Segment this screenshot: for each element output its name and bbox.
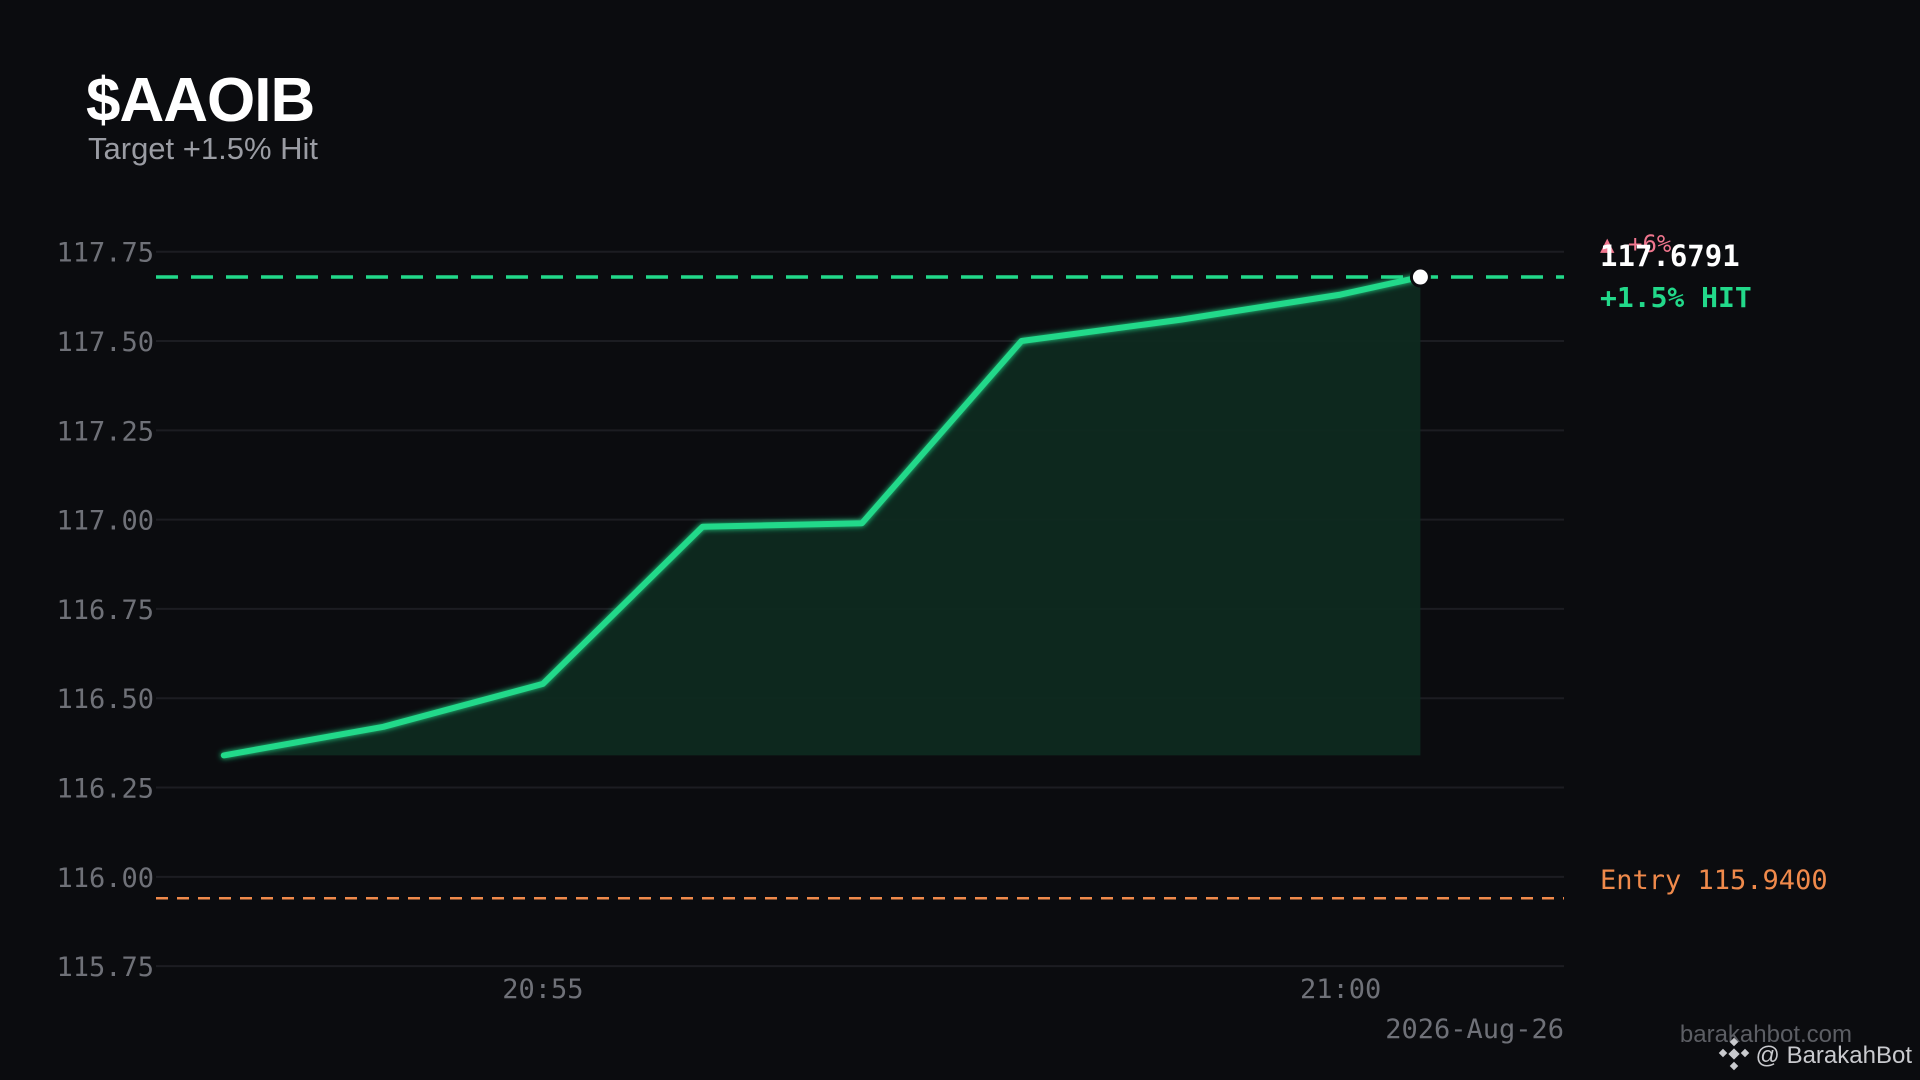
y-tick-label: 116.00 xyxy=(56,863,154,894)
y-tick-label: 117.00 xyxy=(56,506,154,537)
watermark-handle: @ BarakahBot xyxy=(1756,1042,1913,1069)
price-area-fill xyxy=(223,277,1421,756)
x-tick-label: 20:55 xyxy=(502,974,583,1005)
y-tick-label: 115.75 xyxy=(56,952,154,983)
y-tick-label: 117.50 xyxy=(56,327,154,358)
target-hit-label: +1.5% HIT xyxy=(1600,281,1752,314)
current-price-label: 117.6791 xyxy=(1600,239,1740,273)
entry-label: Entry 115.9400 xyxy=(1600,865,1828,896)
x-axis-ticks: 20:55 21:00 xyxy=(502,974,1381,1005)
price-chart: 115.75 116.00 116.25 116.50 116.75 117.00 117.… xyxy=(56,230,1913,1071)
x-tick-label: 21:00 xyxy=(1300,974,1381,1005)
y-axis-ticks: 115.75 116.00 116.25 116.50 116.75 117.00 117.… xyxy=(56,238,154,983)
y-tick-label: 116.25 xyxy=(56,774,154,805)
y-tick-label: 116.75 xyxy=(56,595,154,626)
y-tick-label: 117.75 xyxy=(56,238,154,269)
y-tick-label: 117.25 xyxy=(56,416,154,447)
y-tick-label: 116.50 xyxy=(56,684,154,715)
last-price-marker xyxy=(1409,266,1431,288)
date-label: 2026-Aug-26 xyxy=(1385,1014,1564,1045)
